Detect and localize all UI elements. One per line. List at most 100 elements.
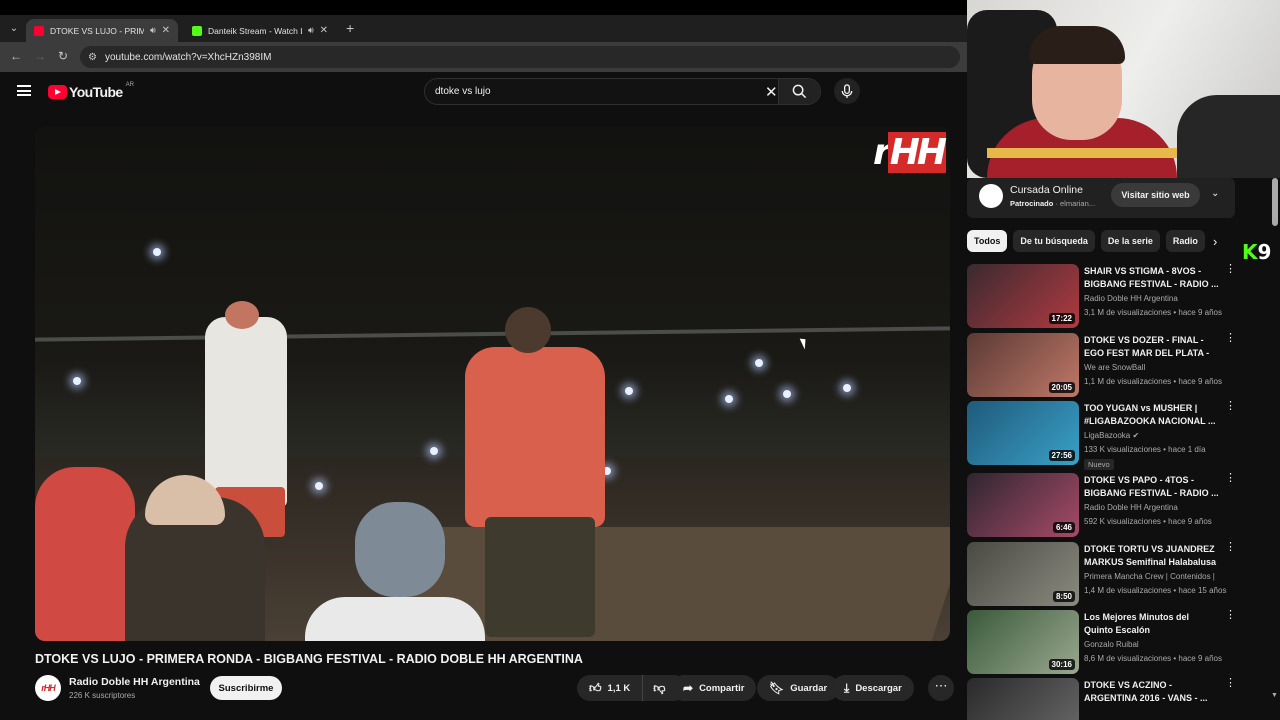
crowd-light (153, 248, 161, 256)
duration-badge: 30:16 (1048, 659, 1075, 670)
download-button[interactable]: ⤓ Descargar (832, 675, 914, 701)
related-video[interactable]: 6:46 DTOKE VS PAPO - 4TOS - BIGBANG FEST… (967, 473, 1237, 537)
menu-icon[interactable] (17, 85, 31, 96)
related-meta: 1,4 M de visualizaciones • hace 15 años (1084, 586, 1227, 595)
ad-domain: elmarian... (1060, 199, 1096, 208)
related-channel: Primera Mancha Crew | Contenidos | (1084, 572, 1215, 581)
tab-kick[interactable]: Danteik Stream - Watch Live 🔊︎ ✕ (184, 19, 336, 42)
video-thumbnail[interactable] (967, 678, 1079, 720)
video-player[interactable]: rHH (35, 127, 950, 641)
site-info-icon[interactable]: ⚙ (88, 52, 97, 63)
video-thumbnail[interactable]: 17:22 (967, 264, 1079, 328)
sponsored-ad[interactable]: Cursada Online Patrocinado · elmarian...… (967, 178, 1235, 218)
crowd-light (843, 384, 851, 392)
scroll-down-arrow-icon[interactable]: ▼ (1271, 692, 1278, 699)
related-video[interactable]: 8:50 DTOKE TORTU VS JUANDREZ MARKUS Semi… (967, 542, 1237, 606)
share-button[interactable]: ➦ Compartir (671, 675, 757, 701)
crowd-light (315, 482, 323, 490)
chevron-right-icon[interactable]: › (1213, 234, 1217, 249)
search-input[interactable] (425, 86, 745, 97)
related-channel: Radio Doble HH Argentina (1084, 294, 1178, 303)
related-meta: 8,6 M de visualizaciones • hace 9 años (1084, 654, 1222, 663)
channel-name[interactable]: Radio Doble HH Argentina (69, 676, 200, 688)
more-options-icon[interactable]: ⋮ (1225, 610, 1236, 621)
more-options-icon[interactable]: ⋮ (1225, 264, 1236, 275)
chip-todos[interactable]: Todos (967, 230, 1008, 252)
chip-de-tu-busqueda[interactable]: De tu búsqueda (1013, 230, 1095, 252)
video-thumbnail[interactable]: 30:16 (967, 610, 1079, 674)
search-box: ✕ (424, 78, 821, 105)
youtube-play-icon (48, 85, 67, 99)
audio-icon[interactable]: 🔊︎ (308, 25, 314, 36)
related-channel: Radio Doble HH Argentina (1084, 503, 1178, 512)
youtube-header: YouTube AR ✕ (0, 72, 967, 112)
new-tab-plus-icon[interactable]: + (346, 20, 354, 36)
related-title: DTOKE VS PAPO - 4TOS - BIGBANG FESTIVAL … (1084, 475, 1219, 498)
like-button[interactable]: 👍︎ 1,1 K (577, 675, 644, 701)
like-count: 1,1 K (607, 682, 631, 694)
crowd-light (430, 447, 438, 455)
crowd-person (35, 467, 135, 641)
related-title: DTOKE VS ACZINO - ARGENTINA 2016 - VANS … (1084, 680, 1208, 703)
more-options-icon[interactable]: ⋮ (1225, 678, 1236, 689)
url-text: youtube.com/watch?v=XhcHZn398IM (104, 51, 272, 63)
microphone-icon (841, 83, 853, 98)
visit-site-button[interactable]: Visitar sitio web (1111, 183, 1200, 207)
search-button[interactable] (778, 79, 820, 104)
logo-text: YouTube (69, 84, 123, 100)
rhh-watermark: rHH (873, 132, 947, 173)
duration-badge: 20:05 (1048, 382, 1075, 393)
chevron-down-icon[interactable]: ⌄ (1211, 188, 1219, 199)
sidebar-scrollbar[interactable] (1272, 178, 1278, 226)
more-options-icon[interactable]: ⋮ (1225, 333, 1236, 344)
subscriber-count: 226 K suscriptores (69, 691, 136, 700)
search-icon (792, 84, 807, 99)
clear-search-icon[interactable]: ✕ (765, 83, 778, 101)
video-thumbnail[interactable]: 27:56 (967, 401, 1079, 465)
video-thumbnail[interactable]: 20:05 (967, 333, 1079, 397)
save-button[interactable]: 🔖︎ Guardar (757, 675, 840, 701)
tab-search-chevron-icon[interactable]: ⌄ (6, 21, 22, 37)
duration-badge: 17:22 (1048, 313, 1075, 324)
related-video[interactable]: 30:16 Los Mejores Minutos del Quinto Esc… (967, 610, 1237, 674)
related-video[interactable]: 17:22 SHAIR VS STIGMA - 8VOS - BIGBANG F… (967, 264, 1237, 328)
tab-close-icon[interactable]: ✕ (162, 25, 170, 36)
youtube-favicon-icon (34, 25, 44, 36)
more-options-icon[interactable]: ⋮ (1225, 401, 1236, 412)
share-icon: ➦ (683, 681, 694, 695)
related-channel: Gonzalo Ruibal (1084, 640, 1139, 649)
chip-de-la-serie[interactable]: De la serie (1100, 230, 1160, 252)
more-options-icon[interactable]: ⋮ (1225, 473, 1236, 484)
thumbs-down-icon: 👎︎ (653, 680, 666, 695)
related-meta: 133 K visualizaciones • hace 1 día (1084, 445, 1206, 454)
screen: ⌄ DTOKE VS LUJO - PRIMERA 🔊︎ ✕ Danteik S… (0, 0, 1280, 720)
ad-title: Cursada Online (1010, 184, 1083, 196)
kick-favicon-icon (192, 25, 202, 36)
filter-chips: Todos De tu búsqueda De la serie Radio (967, 230, 1227, 252)
related-video[interactable]: 27:56 TOO YUGAN vs MUSHER | #LIGABAZOOKA… (967, 401, 1237, 470)
reload-icon[interactable]: ↻ (58, 49, 68, 63)
subscribe-button[interactable]: Suscribirme (210, 676, 282, 700)
address-bar-row: ← → ↻ ⚙ youtube.com/watch?v=XhcHZn398IM (0, 42, 967, 72)
kick-k: K (1242, 240, 1258, 264)
chip-radio[interactable]: Radio (1165, 230, 1205, 252)
forward-arrow-icon[interactable]: → (34, 49, 46, 63)
tab-youtube[interactable]: DTOKE VS LUJO - PRIMERA 🔊︎ ✕ (26, 19, 178, 42)
related-video[interactable]: 20:05 DTOKE VS DOZER - FINAL - EGO FEST … (967, 333, 1237, 397)
video-thumbnail[interactable]: 6:46 (967, 473, 1079, 537)
youtube-logo[interactable]: YouTube AR (48, 82, 134, 100)
voice-search-button[interactable] (834, 78, 860, 104)
audio-icon[interactable]: 🔊︎ (150, 25, 156, 36)
related-title: Los Mejores Minutos del Quinto Escalón (1084, 612, 1190, 635)
video-thumbnail[interactable]: 8:50 (967, 542, 1079, 606)
back-arrow-icon[interactable]: ← (10, 49, 22, 63)
more-actions-icon[interactable]: ⋯ (928, 675, 954, 701)
tab-close-icon[interactable]: ✕ (320, 25, 328, 36)
related-video[interactable]: DTOKE VS ACZINO - ARGENTINA 2016 - VANS … (967, 678, 1237, 720)
related-meta: 1,1 M de visualizaciones • hace 9 años (1084, 377, 1222, 386)
channel-avatar[interactable]: rHH (35, 675, 61, 701)
crowd-light (755, 359, 763, 367)
country-code: AR (125, 82, 134, 88)
url-field[interactable]: ⚙ youtube.com/watch?v=XhcHZn398IM (80, 46, 960, 68)
more-options-icon[interactable]: ⋮ (1225, 542, 1236, 553)
